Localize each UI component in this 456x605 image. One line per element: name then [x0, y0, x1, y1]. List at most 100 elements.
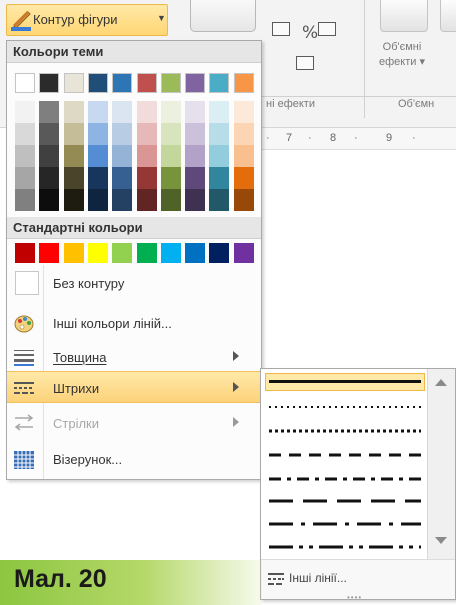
- three-d-effects-label[interactable]: Об'ємні ефекти ▾: [372, 40, 432, 70]
- theme-shade-swatch[interactable]: [233, 167, 254, 189]
- dash-styles-scrollbar[interactable]: [427, 369, 455, 559]
- theme-shade-swatch[interactable]: [233, 101, 254, 123]
- theme-shade-swatch[interactable]: [233, 123, 254, 145]
- theme-color-swatch[interactable]: [209, 73, 230, 93]
- menu-item-more-colors[interactable]: Інші кольори ліній...: [7, 307, 261, 339]
- theme-shade-swatch[interactable]: [39, 123, 60, 145]
- three-d-effects-label-line1: Об'ємні: [382, 41, 422, 53]
- theme-color-swatch[interactable]: [136, 73, 157, 93]
- theme-shade-swatch[interactable]: [87, 123, 108, 145]
- theme-shade-swatch[interactable]: [15, 123, 35, 145]
- theme-shade-swatch[interactable]: [160, 167, 181, 189]
- theme-color-swatch[interactable]: [112, 73, 133, 93]
- theme-shade-swatch[interactable]: [112, 101, 133, 123]
- theme-shade-swatch[interactable]: [209, 167, 230, 189]
- shadow-right-icon[interactable]: [318, 22, 341, 41]
- theme-shade-swatch[interactable]: [112, 167, 133, 189]
- theme-shade-swatch[interactable]: [185, 145, 206, 167]
- theme-shade-swatch[interactable]: [39, 167, 60, 189]
- menu-item-no-outline[interactable]: Без контуру: [7, 267, 261, 299]
- menu-item-pattern[interactable]: Візерунок...: [7, 443, 261, 475]
- theme-shade-swatch[interactable]: [15, 189, 35, 211]
- scroll-up-icon[interactable]: [435, 379, 447, 386]
- theme-shade-swatch[interactable]: [39, 101, 60, 123]
- theme-shade-swatch[interactable]: [209, 101, 230, 123]
- theme-shade-swatch[interactable]: [233, 145, 254, 167]
- dash-solid[interactable]: [269, 380, 421, 383]
- shadow-left-icon[interactable]: [272, 22, 295, 41]
- menu-item-arrows[interactable]: Стрілки: [7, 407, 261, 439]
- palette-icon: [13, 314, 34, 333]
- theme-shade-swatch[interactable]: [15, 101, 35, 123]
- more-colors-label: Інші кольори ліній...: [53, 316, 172, 331]
- shape-outline-button[interactable]: Контур фігури ▼: [6, 4, 168, 36]
- ruler-tick: ·: [412, 132, 416, 144]
- theme-color-swatch[interactable]: [185, 73, 206, 93]
- standard-color-swatch[interactable]: [112, 243, 133, 263]
- theme-shade-swatch[interactable]: [185, 167, 206, 189]
- theme-shade-swatch[interactable]: [160, 101, 181, 123]
- theme-shade-swatch[interactable]: [87, 189, 108, 211]
- three-d-effects-icon[interactable]: [380, 0, 428, 32]
- standard-color-swatch[interactable]: [15, 243, 35, 263]
- arrows-icon-svg: [14, 414, 34, 431]
- menu-item-dashes[interactable]: Штрихи: [7, 371, 261, 403]
- theme-shade-swatch[interactable]: [209, 123, 230, 145]
- theme-color-swatch[interactable]: [160, 73, 181, 93]
- standard-color-swatch[interactable]: [185, 243, 206, 263]
- shadow-toggle-icon[interactable]: %: [302, 23, 318, 43]
- theme-shade-swatch[interactable]: [39, 189, 60, 211]
- menu-item-weight[interactable]: Товщина: [7, 341, 261, 373]
- theme-shade-swatch[interactable]: [63, 101, 84, 123]
- theme-shade-swatch[interactable]: [87, 145, 108, 167]
- theme-shade-swatch[interactable]: [185, 101, 206, 123]
- theme-color-swatch[interactable]: [39, 73, 60, 93]
- theme-shade-swatch[interactable]: [136, 101, 157, 123]
- theme-color-swatch[interactable]: [87, 73, 108, 93]
- standard-color-swatch[interactable]: [209, 243, 230, 263]
- shape-style-button[interactable]: [190, 0, 256, 32]
- three-d-effects-label-text: ефекти: [379, 56, 417, 68]
- theme-shade-swatch[interactable]: [185, 123, 206, 145]
- theme-shade-swatch[interactable]: [136, 189, 157, 211]
- theme-shade-swatch[interactable]: [136, 145, 157, 167]
- theme-shade-swatch[interactable]: [63, 189, 84, 211]
- theme-shade-swatch[interactable]: [15, 167, 35, 189]
- theme-shade-swatch[interactable]: [160, 189, 181, 211]
- theme-shade-swatch[interactable]: [63, 167, 84, 189]
- resize-grip-icon[interactable]: ••••: [347, 593, 362, 602]
- theme-color-swatch[interactable]: [15, 73, 35, 93]
- theme-shade-swatch[interactable]: [112, 123, 133, 145]
- standard-color-swatch[interactable]: [160, 243, 181, 263]
- menu-item-more-lines[interactable]: Інші лінії... ••••: [261, 559, 455, 602]
- theme-shade-swatch[interactable]: [233, 189, 254, 211]
- standard-color-swatch[interactable]: [39, 243, 60, 263]
- theme-shade-swatch[interactable]: [160, 145, 181, 167]
- theme-shade-swatch[interactable]: [112, 145, 133, 167]
- three-d-effects-icon-2[interactable]: [440, 0, 456, 32]
- shadow-effects-group: [270, 4, 360, 86]
- theme-shade-swatch[interactable]: [15, 145, 35, 167]
- standard-color-swatch[interactable]: [87, 243, 108, 263]
- theme-shade-swatch[interactable]: [209, 145, 230, 167]
- theme-color-swatch[interactable]: [233, 73, 254, 93]
- theme-shade-swatch[interactable]: [39, 145, 60, 167]
- theme-shade-swatch[interactable]: [63, 123, 84, 145]
- no-outline-icon: [15, 271, 39, 295]
- theme-shade-swatch[interactable]: [87, 167, 108, 189]
- theme-shade-swatch[interactable]: [112, 189, 133, 211]
- theme-shade-swatch[interactable]: [185, 189, 206, 211]
- weight-label: Товщина: [53, 350, 107, 365]
- standard-color-swatch[interactable]: [63, 243, 84, 263]
- shadow-down-icon[interactable]: [296, 56, 319, 75]
- theme-shade-swatch[interactable]: [136, 123, 157, 145]
- theme-shade-swatch[interactable]: [160, 123, 181, 145]
- standard-color-swatch[interactable]: [136, 243, 157, 263]
- theme-shade-swatch[interactable]: [87, 101, 108, 123]
- scroll-down-icon[interactable]: [435, 537, 447, 544]
- theme-shade-swatch[interactable]: [63, 145, 84, 167]
- theme-color-swatch[interactable]: [63, 73, 84, 93]
- theme-shade-swatch[interactable]: [136, 167, 157, 189]
- standard-color-swatch[interactable]: [233, 243, 254, 263]
- theme-shade-swatch[interactable]: [209, 189, 230, 211]
